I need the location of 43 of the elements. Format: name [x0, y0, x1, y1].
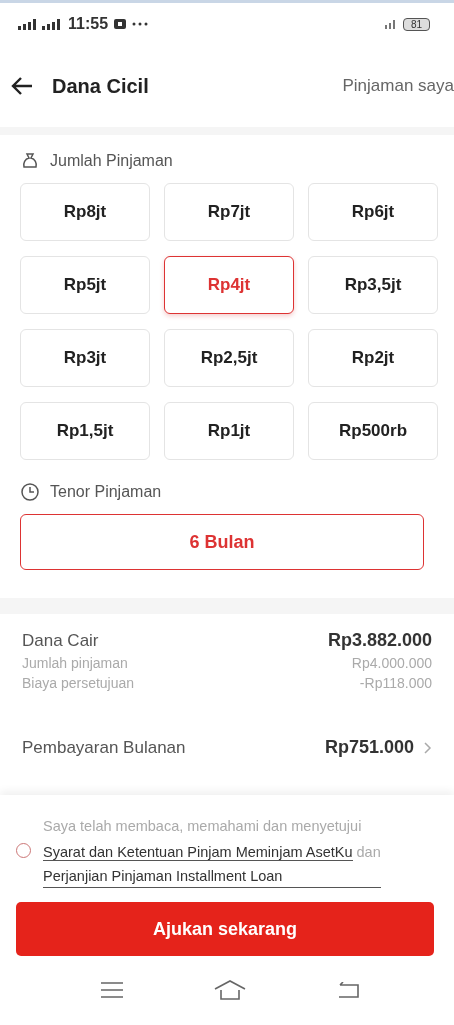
- summary-value: -Rp118.000: [359, 675, 432, 691]
- battery-indicator: 81: [402, 17, 430, 31]
- terms-link[interactable]: Syarat dan Ketentuan Pinjam Meminjam AsetKu: [43, 844, 353, 861]
- amount-option[interactable]: Rp2,5jt: [164, 329, 294, 387]
- amount-option[interactable]: Rp3,5jt: [308, 256, 438, 314]
- summary-value: Rp4.000.000: [351, 655, 432, 671]
- summary-title: Dana Cair: [22, 630, 99, 651]
- network-icon: [384, 19, 397, 29]
- amount-option[interactable]: Rp1jt: [164, 402, 294, 460]
- amount-option[interactable]: Rp1,5jt: [20, 402, 150, 460]
- amount-option[interactable]: Rp8jt: [20, 183, 150, 241]
- agreement-text: Saya telah membaca, memahami dan menyetujui: [43, 817, 363, 836]
- summary-total: Rp3.882.000: [327, 630, 432, 651]
- status-time: 11:55: [68, 15, 109, 33]
- more-icon: [132, 22, 149, 26]
- amount-option[interactable]: Rp7jt: [164, 183, 294, 241]
- menu-icon[interactable]: [101, 982, 124, 998]
- amount-option[interactable]: Rp4jt: [164, 256, 294, 314]
- my-loans-link[interactable]: Pinjaman saya: [342, 76, 454, 96]
- amount-option[interactable]: Rp6jt: [308, 183, 438, 241]
- amount-option[interactable]: Rp2jt: [308, 329, 438, 387]
- monthly-label: Pembayaran Bulanan: [22, 737, 186, 758]
- back-icon[interactable]: [336, 982, 359, 998]
- section-label: Jumlah Pinjaman: [50, 152, 173, 170]
- clock-icon: [20, 482, 40, 502]
- tenor-option[interactable]: 6 Bulan: [20, 514, 424, 570]
- joiner-text: dan: [356, 844, 381, 860]
- summary-label: Biaya persetujuan: [22, 675, 135, 691]
- submit-button[interactable]: Ajukan sekarang: [16, 902, 434, 956]
- notification-icon: [114, 18, 127, 30]
- summary-label: Jumlah pinjaman: [22, 655, 128, 671]
- money-bag-icon: [20, 151, 40, 171]
- amount-option[interactable]: Rp3jt: [20, 329, 150, 387]
- chevron-right-icon[interactable]: [424, 741, 432, 754]
- page-title: Dana Cicil: [52, 74, 149, 98]
- back-arrow-icon[interactable]: [10, 76, 34, 96]
- home-icon[interactable]: [214, 980, 246, 1000]
- loan-agreement-link[interactable]: Perjanjian Pinjaman Installment Loan: [43, 865, 381, 888]
- amount-option[interactable]: Rp500rb: [308, 402, 438, 460]
- monthly-value[interactable]: Rp751.000: [324, 737, 414, 758]
- signal-icon: [18, 17, 62, 31]
- section-label: Tenor Pinjaman: [50, 483, 162, 501]
- amount-option[interactable]: Rp5jt: [20, 256, 150, 314]
